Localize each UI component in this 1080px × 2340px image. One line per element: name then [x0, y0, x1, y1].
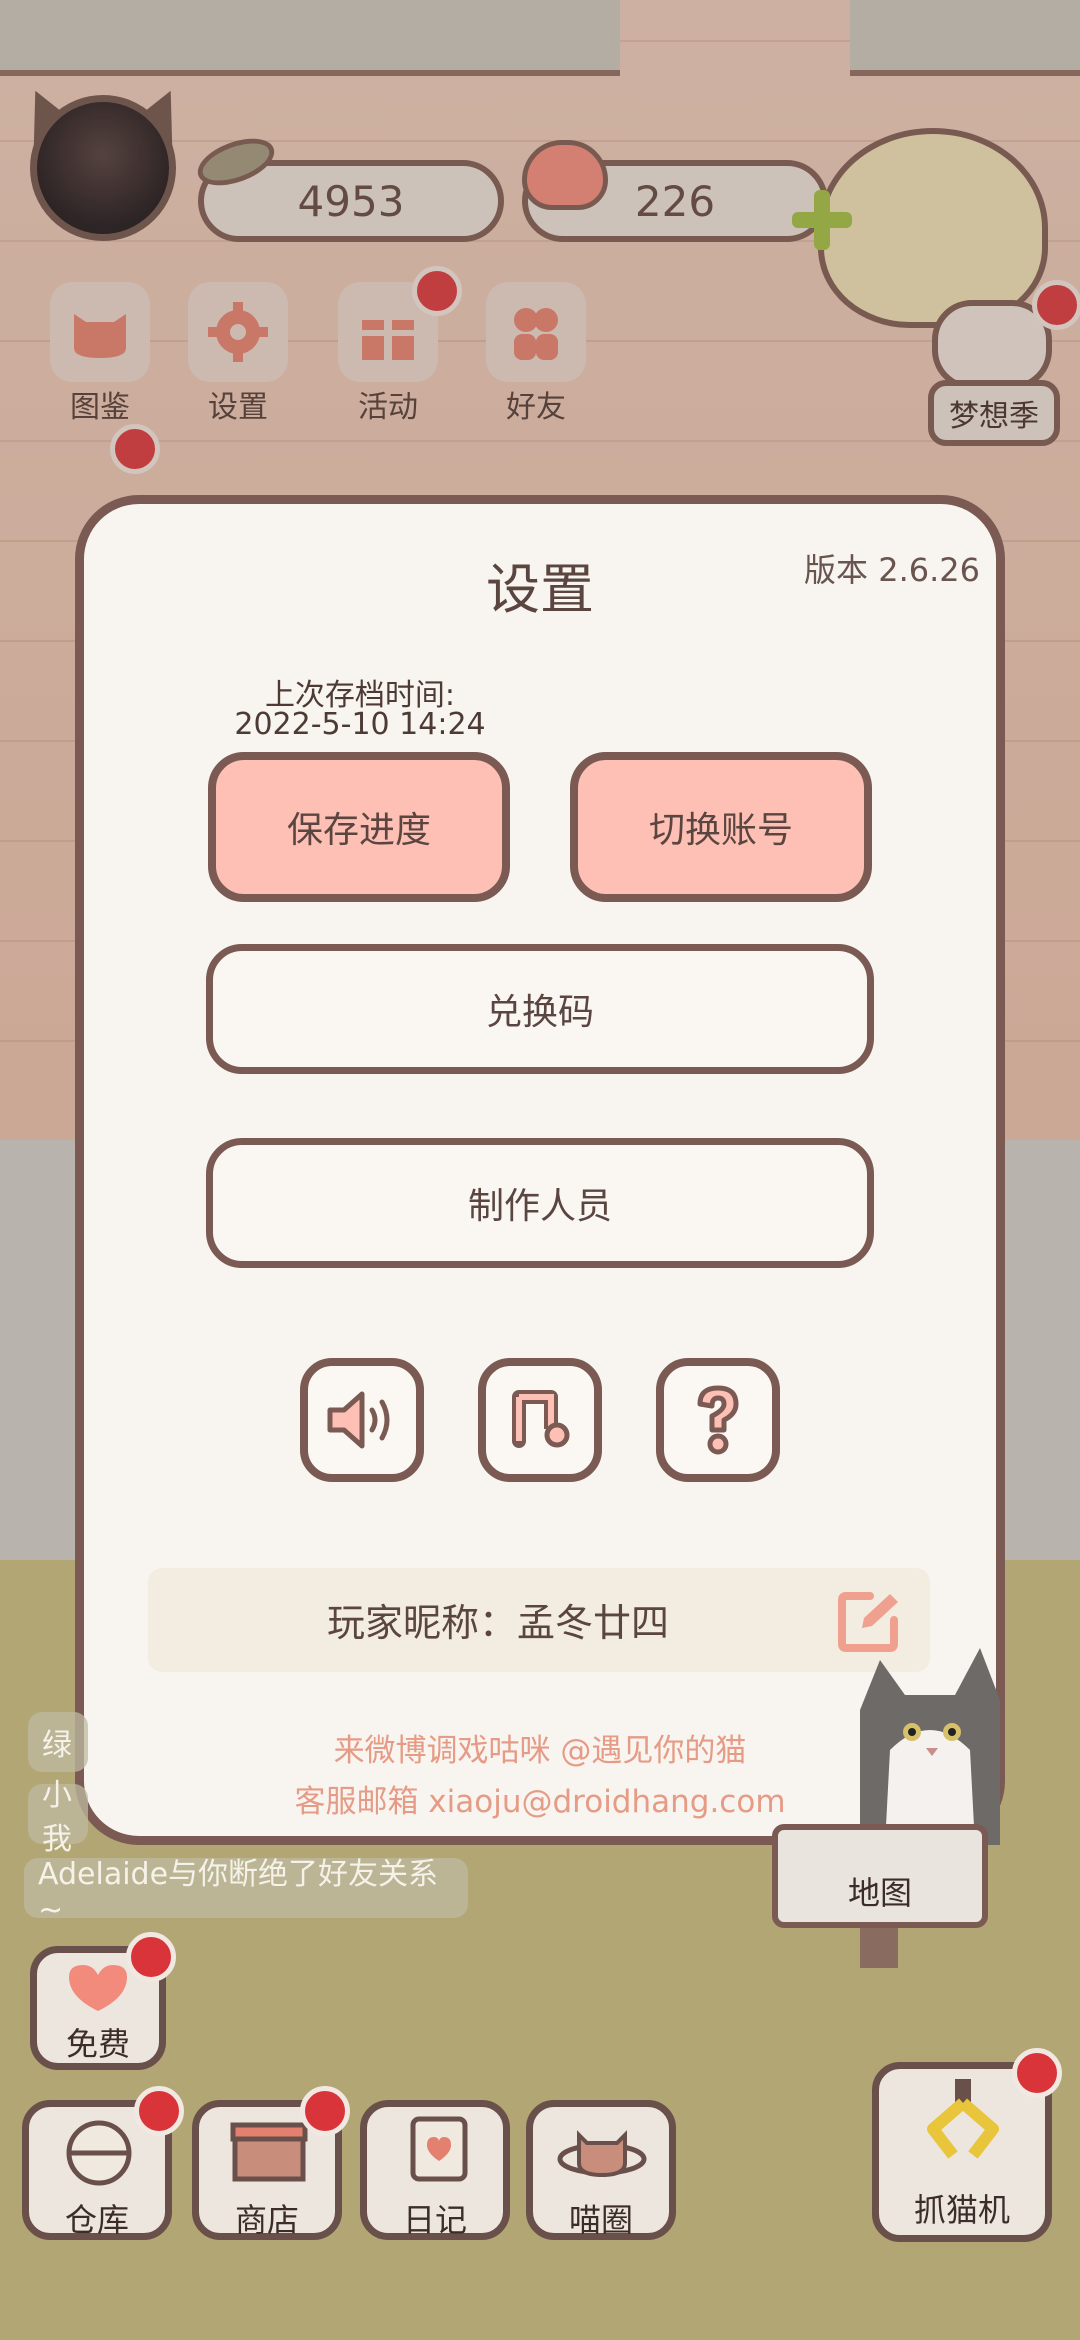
claw-machine-notification-badge: [1012, 2048, 1062, 2098]
meow-circle-button[interactable]: 喵圈: [526, 2100, 676, 2240]
music-toggle-button[interactable]: [478, 1358, 602, 1482]
credits-button[interactable]: 制作人员: [206, 1138, 874, 1268]
nickname-text: 玩家昵称：孟冬廿四: [326, 1601, 669, 1645]
warehouse-icon: [66, 2120, 132, 2186]
message-partial-1-text: 绿: [42, 1728, 72, 1763]
sound-icon: [327, 1391, 390, 1449]
shop-label: 商店: [234, 2201, 299, 2239]
free-label: 免费: [65, 2025, 130, 2063]
diary-label: 日记: [402, 2201, 467, 2239]
music-icon: [512, 1390, 570, 1448]
heart-icon: [69, 1965, 127, 2011]
sound-toggle-button[interactable]: [300, 1358, 424, 1482]
help-button[interactable]: [656, 1358, 780, 1482]
version-label: 版本 2.6.26: [804, 551, 980, 589]
diary-icon: [410, 2116, 468, 2182]
message-friend-removed: Adelaide与你断绝了好友关系~: [24, 1857, 468, 1928]
map-label: 地图: [847, 1874, 912, 1912]
switch-account-label: 切换账号: [648, 810, 793, 851]
warehouse-notification-badge: [134, 2086, 184, 2136]
cat-photo-image: [850, 1640, 1010, 1845]
map-button[interactable]: 地图: [772, 1824, 988, 1928]
save-progress-label: 保存进度: [286, 810, 431, 851]
shop-notification-badge: [300, 2086, 350, 2136]
planet-cat-icon: [557, 2130, 647, 2178]
shop-icon: [230, 2122, 308, 2182]
warehouse-label: 仓库: [64, 2201, 129, 2239]
last-save-time: 2022-5-10 14:24: [234, 707, 486, 742]
help-icon: [697, 1385, 739, 1455]
message-partial-2-text: 小我: [42, 1778, 72, 1857]
message-partial-2: 小我: [28, 1778, 88, 1857]
claw-icon: [927, 2079, 999, 2159]
credits-label: 制作人员: [467, 1186, 612, 1227]
message-friend-removed-text: Adelaide与你断绝了好友关系~: [38, 1856, 439, 1928]
redeem-code-label: 兑换码: [485, 992, 594, 1033]
message-partial-1: 绿: [28, 1712, 88, 1772]
diary-button[interactable]: 日记: [360, 2100, 510, 2240]
save-progress-button[interactable]: 保存进度: [208, 752, 510, 902]
signpost-pole: [860, 1928, 898, 1968]
claw-machine-label: 抓猫机: [913, 2191, 1010, 2229]
switch-account-button[interactable]: 切换账号: [570, 752, 872, 902]
free-notification-badge: [126, 1932, 176, 1982]
redeem-code-button[interactable]: 兑换码: [206, 944, 874, 1074]
meow-circle-label: 喵圈: [568, 2201, 633, 2239]
